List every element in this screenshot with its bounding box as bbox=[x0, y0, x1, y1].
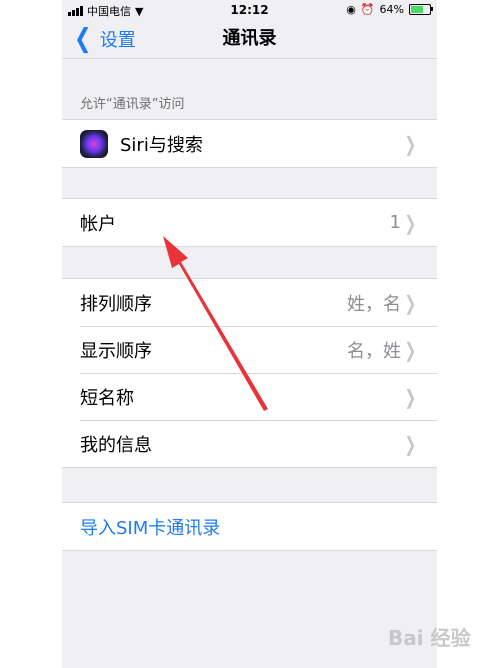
import-sim-row[interactable]: 导入SIM卡通讯录 bbox=[62, 503, 437, 550]
settings-screen: 中国电信 ▼ 12:12 ◉ ⏰ 64% ❮ 设置 通讯录 允许“通讯录”访问 … bbox=[62, 0, 437, 668]
chevron-right-icon: ❯ bbox=[404, 210, 417, 235]
siri-search-row[interactable]: Siri与搜索 ❯ bbox=[62, 120, 437, 167]
orientation-lock-icon: ◉ bbox=[346, 3, 356, 16]
sort-order-label: 排列顺序 bbox=[80, 293, 152, 315]
contacts-settings-group: 排列顺序 姓，名 ❯ 显示顺序 名，姓 ❯ 短名称 ❯ 我的信息 ❯ bbox=[62, 278, 437, 468]
chevron-right-icon: ❯ bbox=[404, 431, 417, 456]
navigation-bar: ❮ 设置 通讯录 bbox=[62, 20, 437, 58]
accounts-row[interactable]: 帐户 1 ❯ bbox=[62, 199, 437, 246]
accounts-label: 帐户 bbox=[80, 213, 116, 235]
battery-icon bbox=[409, 4, 433, 15]
my-info-row[interactable]: 我的信息 ❯ bbox=[62, 420, 437, 467]
siri-search-label: Siri与搜索 bbox=[120, 134, 203, 156]
short-name-row[interactable]: 短名称 ❯ bbox=[62, 373, 437, 420]
sort-order-value: 姓，名 bbox=[347, 293, 401, 315]
accounts-count: 1 bbox=[389, 212, 401, 233]
watermark: Bai 经验 bbox=[388, 626, 471, 650]
sort-order-row[interactable]: 排列顺序 姓，名 ❯ bbox=[62, 279, 437, 326]
display-order-label: 显示顺序 bbox=[80, 340, 152, 362]
siri-icon bbox=[80, 129, 108, 158]
battery-percent: 64% bbox=[379, 3, 404, 16]
import-group: 导入SIM卡通讯录 bbox=[62, 502, 437, 551]
display-order-value: 名，姓 bbox=[347, 340, 401, 362]
display-order-row[interactable]: 显示顺序 名，姓 ❯ bbox=[62, 326, 437, 373]
section-header: 允许“通讯录”访问 bbox=[80, 97, 185, 112]
alarm-icon: ⏰ bbox=[360, 3, 375, 16]
my-info-label: 我的信息 bbox=[80, 434, 152, 456]
short-name-label: 短名称 bbox=[80, 387, 134, 409]
page-title: 通讯录 bbox=[222, 28, 277, 49]
battery-fill bbox=[411, 6, 423, 13]
nav-divider bbox=[62, 58, 437, 59]
import-sim-link[interactable]: 导入SIM卡通讯录 bbox=[80, 514, 220, 540]
chevron-right-icon: ❯ bbox=[404, 290, 417, 315]
siri-group: Siri与搜索 ❯ bbox=[62, 119, 437, 168]
status-bar: 中国电信 ▼ 12:12 ◉ ⏰ 64% bbox=[62, 0, 437, 20]
chevron-right-icon: ❯ bbox=[404, 131, 417, 156]
accounts-group: 帐户 1 ❯ bbox=[62, 198, 437, 247]
chevron-right-icon: ❯ bbox=[404, 384, 417, 409]
status-right: ◉ ⏰ 64% bbox=[346, 3, 433, 16]
chevron-right-icon: ❯ bbox=[404, 337, 417, 362]
